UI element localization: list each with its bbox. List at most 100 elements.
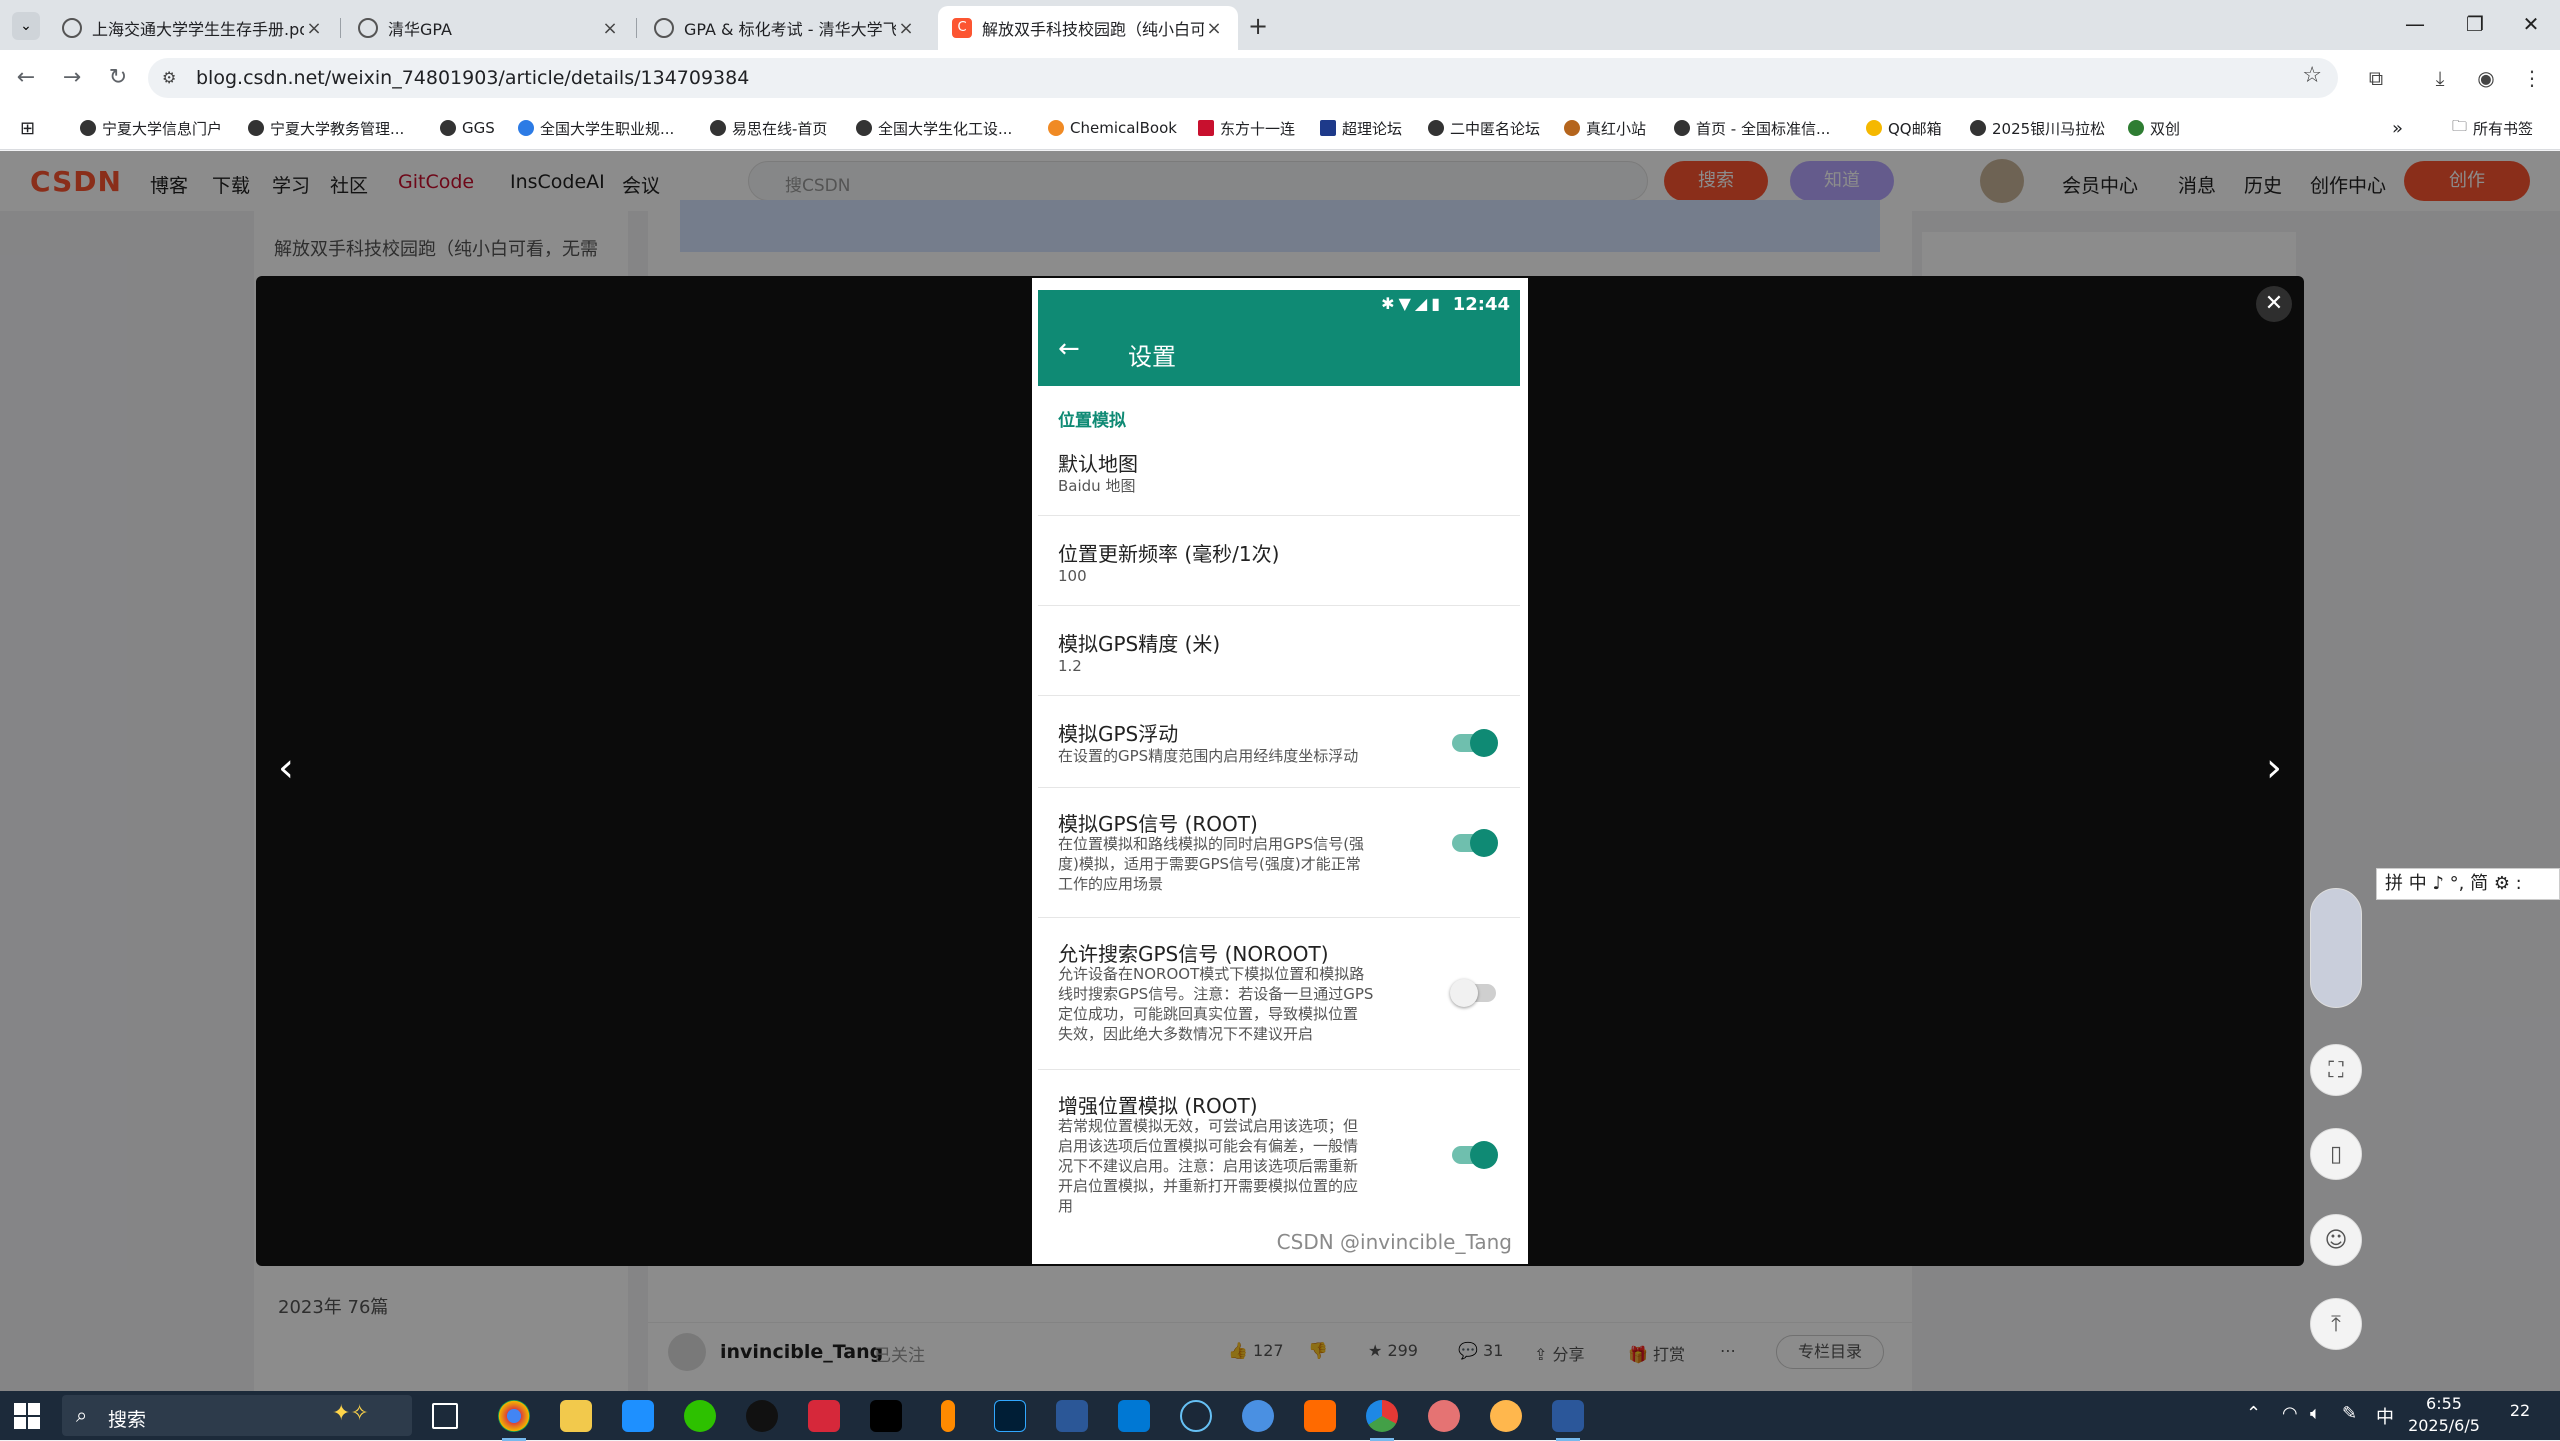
forward-icon[interactable]: → [56, 62, 88, 94]
window-close-icon[interactable]: ✕ [2504, 6, 2558, 42]
settings-app-icon[interactable] [1242, 1400, 1274, 1432]
bookmark-item[interactable]: 双创 [2128, 116, 2180, 140]
tab-title: 解放双手科技校园跑（纯小白可 [982, 20, 1204, 39]
setting-default-map: 默认地图 Baidu 地图 [1038, 426, 1520, 516]
close-icon[interactable]: × [1204, 18, 1224, 39]
setting-title: 位置更新频率 (毫秒/1次) [1058, 542, 1280, 566]
setting-title: 模拟GPS浮动 [1058, 722, 1179, 746]
chrome-icon[interactable] [498, 1400, 530, 1441]
app-icon[interactable] [1428, 1400, 1460, 1432]
extensions-icon[interactable]: ⧉ [2360, 62, 2392, 94]
bookmark-label: GGS [462, 119, 495, 137]
url-text[interactable]: blog.csdn.net/weixin_74801903/article/de… [196, 67, 749, 89]
bookmark-favicon-icon [440, 120, 456, 136]
close-icon[interactable]: × [600, 18, 620, 39]
ime-toolbar[interactable]: 拼 中 ♪ °, 简 ⚙ : [2376, 868, 2560, 900]
tab-csdn-article[interactable]: C 解放双手科技校园跑（纯小白可 × [938, 6, 1238, 50]
back-icon[interactable]: ← [10, 62, 42, 94]
menu-icon[interactable]: ⋮ [2516, 62, 2548, 94]
input-language[interactable]: 中 [2376, 1403, 2394, 1429]
taskbar-clock[interactable]: 6:55 2025/6/5 [2404, 1393, 2484, 1437]
tab-sjtu-pdf[interactable]: 上海交通大学学生生存手册.pdf × [48, 6, 338, 50]
site-info-icon[interactable]: ⚙ [162, 68, 176, 87]
profile-icon[interactable]: ◉ [2470, 62, 2502, 94]
new-tab-button[interactable]: + [1244, 12, 1272, 40]
download-icon[interactable]: ⤓ [2424, 62, 2456, 94]
bookmark-item[interactable]: 宁夏大学信息门户 [80, 116, 222, 140]
close-icon[interactable]: × [304, 18, 324, 39]
prev-image-icon[interactable]: ‹ [266, 748, 306, 788]
bookmark-favicon-icon [518, 120, 534, 136]
reload-icon[interactable]: ↻ [102, 62, 134, 94]
app-icon[interactable] [1490, 1400, 1522, 1432]
bookmark-item[interactable]: 全国大学生化工设... [856, 116, 1012, 140]
bookmark-label: 双创 [2150, 119, 2181, 138]
translate-app-icon[interactable] [622, 1400, 654, 1432]
bookmark-item[interactable]: 易思在线-首页 [710, 116, 827, 140]
store-icon[interactable] [1118, 1400, 1150, 1432]
tab-separator [636, 18, 637, 38]
tab-tsinghua-gpa[interactable]: 清华GPA × [344, 6, 634, 50]
watermark: CSDN @invincible_Tang [1276, 1230, 1512, 1254]
bookmark-item[interactable]: 真红小站 [1564, 116, 1646, 140]
all-bookmarks-folder[interactable]: 🗀 所有书签 [2452, 116, 2533, 140]
setting-enhanced-mock-root: 增强位置模拟 (ROOT) 若常规位置模拟无效，可尝试启用该选项；但 启用该选项… [1038, 1070, 1520, 1250]
wifi-icon[interactable]: ◠ [2282, 1403, 2298, 1424]
restore-icon[interactable]: ❐ [2448, 6, 2502, 42]
game-app-icon[interactable] [1304, 1400, 1336, 1432]
bookmark-item[interactable]: 宁夏大学教务管理... [248, 116, 404, 140]
bookmark-item[interactable]: GGS [440, 116, 495, 140]
volume-icon[interactable]: 🔈︎ [2310, 1403, 2321, 1424]
address-bar[interactable]: ⚙ blog.csdn.net/weixin_74801903/article/… [148, 58, 2338, 98]
bookmark-star-icon[interactable]: ☆ [2302, 63, 2322, 88]
microphone-icon[interactable] [941, 1400, 955, 1432]
bookmark-item[interactable]: 东方十一连 [1198, 116, 1295, 140]
photoshop-icon[interactable] [994, 1400, 1026, 1432]
chemdraw-icon[interactable] [1366, 1400, 1398, 1441]
notification-center-icon[interactable]: 22 [2500, 1401, 2540, 1431]
globe-icon [358, 18, 378, 38]
file-explorer-icon[interactable] [560, 1400, 592, 1432]
bookmark-favicon-icon [1564, 120, 1580, 136]
toggle-switch-on [1452, 729, 1498, 757]
more-bookmarks-icon[interactable]: » [2392, 116, 2403, 140]
apps-grid-icon[interactable]: ⊞ [20, 116, 35, 140]
qq-icon[interactable] [746, 1400, 778, 1432]
close-icon[interactable]: ✕ [2256, 286, 2292, 322]
feedback-icon[interactable]: ☺ [2310, 1214, 2362, 1266]
bookmark-item[interactable]: QQ邮箱 [1866, 116, 1942, 140]
search-icon: ⌕ [76, 1403, 88, 1427]
close-icon[interactable]: × [896, 18, 916, 39]
fullscreen-icon[interactable]: ⛶ [2310, 1044, 2362, 1096]
word-icon[interactable] [1552, 1400, 1584, 1441]
windows-start-icon[interactable] [14, 1403, 40, 1429]
bookmark-label: QQ邮箱 [1888, 119, 1942, 138]
bookmark-item[interactable]: 全国大学生职业规... [518, 116, 674, 140]
tab-search-button[interactable]: ⌄ [12, 12, 40, 40]
setting-title: 允许搜索GPS信号 (NOROOT) [1058, 942, 1329, 966]
remote-desktop-icon[interactable] [1056, 1400, 1088, 1432]
bookmark-label: 2025银川马拉松 [1992, 119, 2106, 138]
task-view-icon[interactable] [432, 1403, 458, 1429]
bookmark-item[interactable]: 超理论坛 [1320, 116, 1402, 140]
bookmark-item[interactable]: 二中匿名论坛 [1428, 116, 1540, 140]
tray-chevron-icon[interactable]: ⌃ [2246, 1403, 2261, 1424]
tab-strip: ⌄ 上海交通大学学生生存手册.pdf × 清华GPA × GPA & 标化考试 … [0, 0, 2560, 50]
wechat-icon[interactable] [684, 1400, 716, 1432]
setting-title: 模拟GPS精度 (米) [1058, 632, 1221, 656]
bookmark-item[interactable]: ChemicalBook [1048, 116, 1177, 140]
steam-icon[interactable] [1180, 1400, 1212, 1432]
next-image-icon[interactable]: › [2254, 748, 2294, 788]
bookmark-item[interactable]: 2025银川马拉松 [1970, 116, 2105, 140]
bookmark-favicon-icon [1866, 120, 1882, 136]
tab-gpa-exam[interactable]: GPA & 标化考试 - 清华大学飞 × [640, 6, 930, 50]
taskbar-search-input[interactable]: ⌕ 搜索 ✦✧ [62, 1395, 412, 1436]
bookmark-item[interactable]: 首页 - 全国标准信... [1674, 116, 1830, 140]
tiktok-icon[interactable] [870, 1400, 902, 1432]
minimize-icon[interactable]: — [2388, 6, 2442, 42]
back-to-top-icon[interactable]: ⤒ [2310, 1298, 2362, 1350]
ai-assistant-widget[interactable] [2310, 888, 2362, 1008]
acrobat-icon[interactable] [808, 1400, 840, 1432]
mobile-icon[interactable]: ▯ [2310, 1128, 2362, 1180]
pen-icon[interactable]: ✎ [2342, 1403, 2357, 1424]
